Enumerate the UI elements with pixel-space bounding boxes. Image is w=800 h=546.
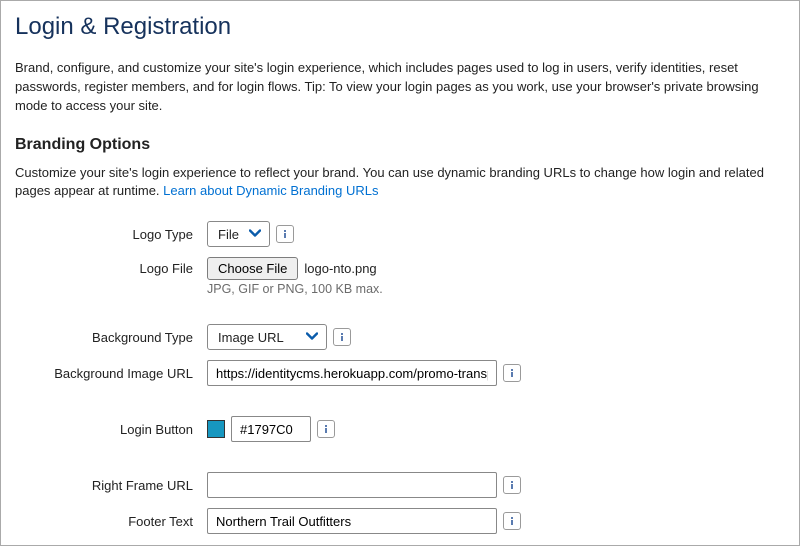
login-button-info-button[interactable]	[317, 420, 335, 438]
logo-type-value: File	[218, 227, 239, 242]
footer-text-input[interactable]	[207, 508, 497, 534]
logo-file-name: logo-nto.png	[304, 261, 376, 276]
branding-desc-text: Customize your site's login experience t…	[15, 165, 764, 199]
page-intro: Brand, configure, and customize your sit…	[15, 59, 781, 116]
background-type-label: Background Type	[35, 330, 207, 345]
branding-form: Logo Type File Logo File Choose File log…	[15, 221, 781, 534]
logo-type-info-button[interactable]	[276, 225, 294, 243]
background-image-url-info-button[interactable]	[503, 364, 521, 382]
logo-file-label: Logo File	[35, 261, 207, 276]
choose-file-button[interactable]: Choose File	[207, 257, 298, 280]
chevron-down-icon	[249, 227, 261, 242]
login-registration-panel: Login & Registration Brand, configure, a…	[0, 0, 800, 546]
page-title: Login & Registration	[15, 13, 781, 41]
branding-description: Customize your site's login experience t…	[15, 164, 781, 202]
footer-text-label: Footer Text	[35, 514, 207, 529]
dynamic-branding-link[interactable]: Learn about Dynamic Branding URLs	[163, 183, 378, 198]
background-type-value: Image URL	[218, 330, 284, 345]
right-frame-url-input[interactable]	[207, 472, 497, 498]
background-type-select[interactable]: Image URL	[207, 324, 327, 350]
login-button-label: Login Button	[35, 422, 207, 437]
login-button-color-swatch[interactable]	[207, 420, 225, 438]
background-image-url-input[interactable]	[207, 360, 497, 386]
chevron-down-icon	[306, 330, 318, 345]
right-frame-url-label: Right Frame URL	[35, 478, 207, 493]
logo-type-select[interactable]: File	[207, 221, 270, 247]
right-frame-url-info-button[interactable]	[503, 476, 521, 494]
login-button-color-input[interactable]	[231, 416, 311, 442]
branding-heading: Branding Options	[15, 136, 781, 154]
logo-type-label: Logo Type	[35, 227, 207, 242]
footer-text-info-button[interactable]	[503, 512, 521, 530]
logo-file-hint: JPG, GIF or PNG, 100 KB max.	[207, 282, 781, 296]
background-image-url-label: Background Image URL	[35, 366, 207, 381]
background-type-info-button[interactable]	[333, 328, 351, 346]
